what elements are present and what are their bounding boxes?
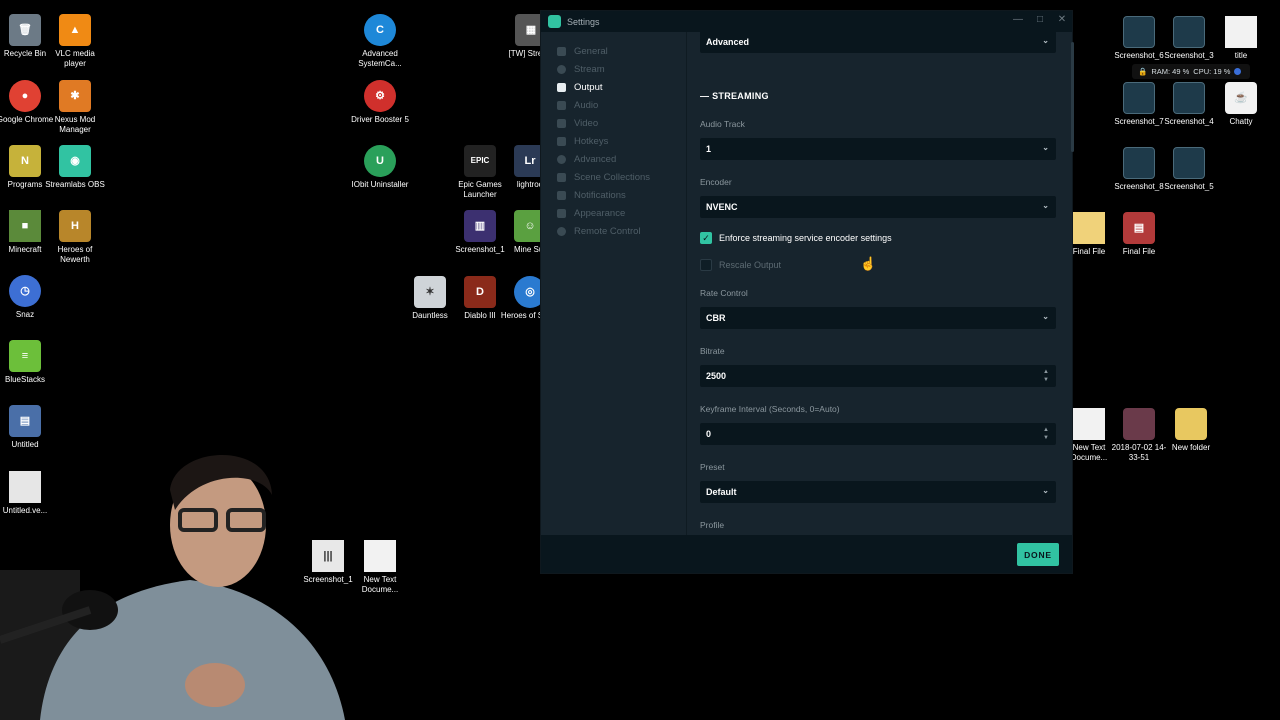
output-settings-panel: Advanced ⌄ — STREAMING Audio Track 1 ⌄ Enc… — [687, 32, 1074, 537]
final-file-archive-icon[interactable]: ▤ Final File — [1108, 212, 1170, 257]
rate-control-label: Rate Control — [700, 288, 748, 298]
sidebar-item-hotkeys[interactable]: Hotkeys — [541, 132, 686, 150]
chevron-down-icon: ⌄ — [1042, 486, 1049, 495]
close-button[interactable]: ✕ — [1056, 14, 1068, 26]
window-titlebar[interactable]: Settings — □ ✕ — [541, 11, 1072, 32]
scrollbar[interactable] — [1071, 42, 1074, 152]
settings-footer: DONE — [541, 535, 1072, 573]
desktop: 🗑 Recycle Bin ▲ VLC media player ● Google C… — [0, 0, 1280, 720]
film-icon — [557, 118, 566, 128]
rate-control-select[interactable]: CBR ⌄ — [700, 307, 1056, 329]
maximize-button[interactable]: □ — [1034, 14, 1046, 26]
hand-cursor-icon: ☝ — [860, 256, 877, 271]
new-folder-icon[interactable]: New folder — [1160, 408, 1222, 453]
collapse-icon: — — [700, 91, 713, 101]
streamlabs-obs-icon[interactable]: ◉ Streamlabs OBS — [44, 145, 106, 190]
bitrate-input[interactable]: 2500 ▲ ▼ — [700, 365, 1056, 387]
sidebar-item-remote-control[interactable]: Remote Control — [541, 222, 686, 240]
profile-label: Profile — [700, 520, 725, 530]
enforce-encoder-checkbox[interactable]: ✓ Enforce streaming service encoder setti… — [700, 232, 892, 244]
system-monitor-widget: 🔒 RAM: 49 % CPU: 19 % — [1132, 64, 1250, 79]
sidebar-item-stream[interactable]: Stream — [541, 60, 686, 78]
sidebar-item-output[interactable]: Output — [541, 78, 686, 96]
preset-label: Preset — [700, 462, 725, 472]
screenshot-5-icon[interactable]: Screenshot_5 — [1158, 147, 1220, 192]
done-button[interactable]: DONE — [1017, 543, 1059, 566]
bitrate-label: Bitrate — [700, 346, 725, 356]
lock-icon: 🔒 — [1138, 67, 1148, 76]
keyframe-interval-label: Keyframe Interval (Seconds, 0=Auto) — [700, 404, 840, 414]
nexus-mod-manager-icon[interactable]: ✱ Nexus Mod Manager — [44, 80, 106, 135]
vlc-icon[interactable]: ▲ VLC media player — [44, 14, 106, 69]
preset-select[interactable]: Default ⌄ — [700, 481, 1056, 503]
chevron-down-icon: ⌄ — [1042, 312, 1049, 321]
output-mode-select[interactable]: Advanced ⌄ — [700, 32, 1056, 53]
stepper-arrows-icon[interactable]: ▲ ▼ — [1043, 368, 1049, 384]
keyframe-interval-input[interactable]: 0 ▲ ▼ — [700, 423, 1056, 445]
checkmark-icon: ✓ — [700, 232, 712, 244]
iobit-uninstaller-icon[interactable]: U IObit Uninstaller — [349, 145, 411, 190]
heroes-of-newerth-icon[interactable]: H Heroes of Newerth — [44, 210, 106, 265]
chatty-icon[interactable]: ☕ Chatty — [1210, 82, 1272, 127]
warning-icon — [557, 190, 566, 200]
chevron-down-icon: ⌄ — [1042, 201, 1049, 210]
audio-track-label: Audio Track — [700, 119, 745, 129]
sidebar-item-general[interactable]: General — [541, 42, 686, 60]
stepper-arrows-icon[interactable]: ▲ ▼ — [1043, 426, 1049, 442]
streaming-section-header[interactable]: — STREAMING — [700, 91, 769, 101]
minimize-button[interactable]: — — [1012, 14, 1024, 26]
sidebar-item-advanced[interactable]: Advanced — [541, 150, 686, 168]
collection-icon — [557, 172, 566, 182]
title-file-icon[interactable]: title — [1210, 16, 1272, 61]
gears-icon — [557, 154, 566, 164]
remote-icon — [557, 226, 566, 236]
encoder-select[interactable]: NVENC ⌄ — [700, 196, 1056, 218]
checkbox-empty-icon — [700, 259, 712, 271]
driver-booster-icon[interactable]: ⚙ Driver Booster 5 — [349, 80, 411, 125]
speaker-icon — [557, 100, 566, 110]
advanced-systemcare-icon[interactable]: C Advanced SystemCa... — [349, 14, 411, 69]
keyboard-icon — [557, 136, 566, 146]
bluestacks-icon[interactable]: ≡ BlueStacks — [0, 340, 56, 385]
globe-icon — [557, 64, 566, 74]
ram-usage: RAM: 49 % — [1151, 67, 1190, 76]
grid-icon — [557, 46, 566, 56]
window-title: Settings — [567, 16, 600, 27]
snaz-icon[interactable]: ◷ Snaz — [0, 275, 56, 320]
sidebar-item-notifications[interactable]: Notifications — [541, 186, 686, 204]
monitor-icon — [557, 208, 566, 218]
settings-sidebar: General Stream Output Audio Video Hotkey… — [541, 42, 686, 240]
chevron-down-icon: ⌄ — [1042, 36, 1049, 45]
chevron-down-icon: ⌄ — [1042, 143, 1049, 152]
sidebar-item-video[interactable]: Video — [541, 114, 686, 132]
cpu-usage: CPU: 19 % — [1193, 67, 1231, 76]
new-text-document-icon[interactable]: New Text Docume... — [349, 540, 411, 595]
settings-window: Settings — □ ✕ General Stream Output Aud… — [540, 10, 1074, 574]
webcam-overlay — [0, 455, 345, 720]
status-dot-icon — [1234, 68, 1242, 75]
output-icon — [557, 82, 566, 92]
encoder-label: Encoder — [700, 177, 732, 187]
sidebar-item-scene-collections[interactable]: Scene Collections — [541, 168, 686, 186]
streamlabs-app-icon — [548, 15, 561, 28]
rescale-output-checkbox[interactable]: Rescale Output — [700, 259, 781, 271]
audio-track-select[interactable]: 1 ⌄ — [700, 138, 1056, 160]
sidebar-item-appearance[interactable]: Appearance — [541, 204, 686, 222]
sidebar-item-audio[interactable]: Audio — [541, 96, 686, 114]
